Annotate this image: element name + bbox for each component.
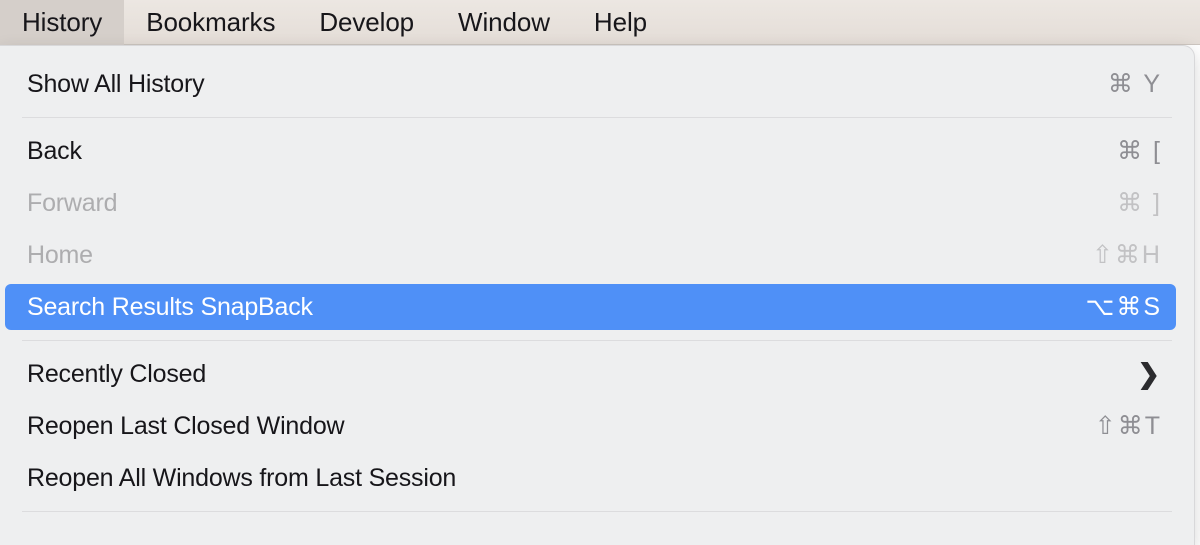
menu-item-label: Reopen All Windows from Last Session bbox=[27, 463, 457, 492]
menu-item-shortcut: ⌥⌘S bbox=[1085, 293, 1162, 321]
menu-item-back[interactable]: Back ⌘ [ bbox=[0, 125, 1194, 177]
menu-bar: History Bookmarks Develop Window Help bbox=[0, 0, 1200, 45]
menu-item-label: Reopen Last Closed Window bbox=[27, 411, 345, 440]
menu-separator bbox=[22, 511, 1172, 512]
menubar-item-label: Develop bbox=[319, 6, 415, 37]
menu-item-forward: Forward ⌘ ] bbox=[0, 177, 1194, 229]
menubar-item-window[interactable]: Window bbox=[436, 0, 572, 45]
menubar-item-label: Help bbox=[593, 6, 647, 37]
menubar-item-label: History bbox=[22, 6, 103, 37]
menu-item-label: Search Results SnapBack bbox=[27, 292, 313, 321]
menubar-item-help[interactable]: Help bbox=[572, 0, 669, 45]
menu-item-label: Back bbox=[27, 136, 82, 165]
menu-item-label: Recently Closed bbox=[27, 359, 207, 388]
menu-item-label: Forward bbox=[27, 188, 118, 217]
menubar-item-label: Window bbox=[458, 6, 550, 37]
menu-item-show-all-history[interactable]: Show All History ⌘ Y bbox=[0, 58, 1194, 110]
menu-item-recently-closed[interactable]: Recently Closed ❯ bbox=[0, 348, 1194, 400]
menu-item-reopen-last-closed-window[interactable]: Reopen Last Closed Window ⇧⌘T bbox=[0, 400, 1194, 452]
menu-item-label: Home bbox=[27, 240, 93, 269]
menubar-item-develop[interactable]: Develop bbox=[297, 0, 436, 45]
menu-item-shortcut: ⇧⌘H bbox=[1091, 241, 1162, 269]
menu-item-search-results-snapback[interactable]: Search Results SnapBack ⌥⌘S bbox=[0, 281, 1194, 333]
menu-item-label: Show All History bbox=[27, 69, 205, 98]
menu-item-reopen-all-windows-from-last-session[interactable]: Reopen All Windows from Last Session bbox=[0, 452, 1194, 504]
menu-item-shortcut: ⌘ ] bbox=[1117, 189, 1162, 217]
menubar-item-history[interactable]: History bbox=[0, 0, 125, 45]
chevron-right-icon: ❯ bbox=[1137, 358, 1160, 389]
menu-item-shortcut: ⌘ Y bbox=[1107, 70, 1162, 98]
history-menu-dropdown: Show All History ⌘ Y Back ⌘ [ Forward ⌘ … bbox=[0, 45, 1195, 545]
menu-separator bbox=[22, 117, 1172, 118]
menubar-item-label: Bookmarks bbox=[146, 6, 276, 37]
menu-item-shortcut: ⌘ [ bbox=[1117, 137, 1162, 165]
menubar-item-bookmarks[interactable]: Bookmarks bbox=[124, 0, 297, 45]
menu-item-home: Home ⇧⌘H bbox=[0, 229, 1194, 281]
menu-item-shortcut: ⇧⌘T bbox=[1094, 412, 1162, 440]
menu-separator bbox=[22, 340, 1172, 341]
